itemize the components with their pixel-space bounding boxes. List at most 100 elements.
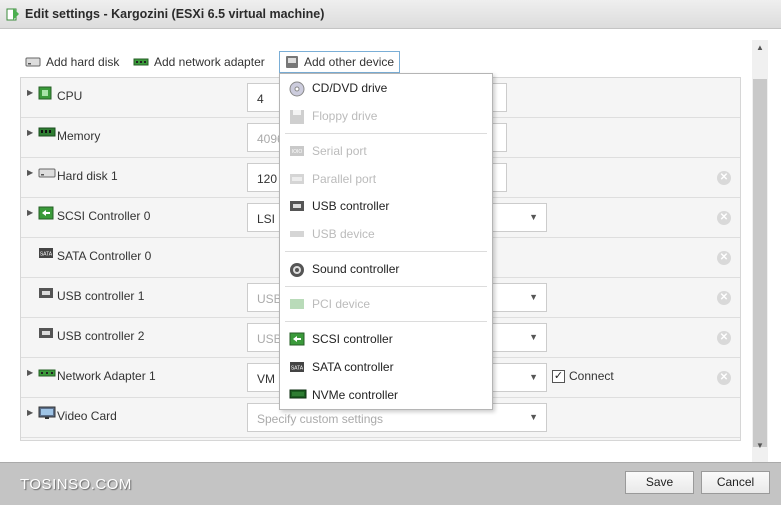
expand-arrow-icon[interactable]: ▶	[27, 168, 33, 177]
menu-item-label: Serial port	[312, 144, 367, 158]
menu-item-label: CD/DVD drive	[312, 81, 388, 95]
usb-icon	[289, 199, 305, 216]
expand-arrow-icon[interactable]: ▶	[27, 408, 33, 417]
menu-item-label: SATA controller	[312, 360, 394, 374]
menu-item: USB device	[280, 223, 492, 245]
hard-disk-icon	[25, 57, 41, 67]
hardware-label: CPU	[57, 89, 83, 103]
save-button[interactable]: Save	[625, 471, 694, 494]
sata-controller-icon: SATA	[289, 360, 305, 377]
cpu-icon	[38, 86, 52, 103]
dialog-footer: TOSINSO.COM Save Cancel	[0, 462, 781, 505]
hardware-value: USB	[257, 292, 282, 306]
menu-item-label: Parallel port	[312, 172, 377, 186]
add-hard-disk-label: Add hard disk	[46, 55, 120, 69]
menu-item-label: PCI device	[312, 297, 371, 311]
menu-item-label: USB controller	[312, 199, 390, 213]
hardware-label: SATA Controller 0	[57, 249, 152, 263]
hardware-value: USB	[257, 332, 282, 346]
expand-arrow-icon[interactable]: ▶	[27, 88, 33, 97]
cd-dvd-icon	[289, 81, 305, 100]
hardware-label: SCSI Controller 0	[57, 209, 151, 223]
video-card-icon	[38, 406, 56, 423]
memory-icon	[38, 126, 56, 141]
cancel-button[interactable]: Cancel	[701, 471, 770, 494]
hardware-label: Network Adapter 1	[57, 369, 156, 383]
menu-separator	[285, 251, 487, 252]
menu-item-label: Floppy drive	[312, 109, 378, 123]
scsi-controller-icon	[289, 332, 305, 349]
window-title: Edit settings - Kargozini (ESXi 6.5 virt…	[25, 7, 325, 21]
sata-controller-icon: SATA	[38, 246, 54, 263]
hardware-value: LSI	[257, 212, 276, 226]
device-icon	[286, 56, 298, 68]
menu-item: Parallel port	[280, 168, 492, 190]
svg-text:SATA: SATA	[291, 366, 304, 372]
menu-item[interactable]: CD/DVD drive	[280, 77, 492, 99]
connect-label: Connect	[569, 369, 614, 383]
hardware-value: 4	[257, 92, 264, 106]
vertical-scrollbar[interactable]: ▲ ▼	[752, 40, 768, 462]
scroll-thumb[interactable]	[753, 79, 767, 447]
menu-item-label: SCSI controller	[312, 332, 393, 346]
menu-item: PCI device	[280, 293, 492, 315]
menu-item-label: NVMe controller	[312, 388, 399, 402]
add-network-adapter-button[interactable]: Add network adapter	[133, 51, 265, 73]
chevron-down-icon: ▼	[529, 332, 538, 342]
remove-icon[interactable]: ✕	[717, 291, 731, 305]
chevron-down-icon: ▼	[529, 292, 538, 302]
network-adapter-icon	[38, 366, 56, 383]
menu-item-label: Sound controller	[312, 262, 400, 276]
watermark: TOSINSO.COM	[20, 476, 132, 493]
scsi-controller-icon	[38, 206, 54, 223]
chevron-down-icon: ▼	[529, 212, 538, 222]
scroll-up-icon[interactable]: ▲	[752, 40, 768, 56]
expand-arrow-icon[interactable]: ▶	[27, 128, 33, 137]
menu-item: IOIO Serial port	[280, 140, 492, 162]
serial-port-icon: IOIO	[289, 144, 305, 161]
menu-item[interactable]: NVMe controller	[280, 384, 492, 406]
menu-item[interactable]: SATA SATA controller	[280, 356, 492, 378]
add-other-device-button[interactable]: Add other device	[279, 51, 401, 73]
add-other-device-label: Add other device	[304, 55, 395, 69]
connect-checkbox[interactable]: ✓ Connect	[552, 369, 614, 383]
menu-separator	[285, 286, 487, 287]
add-other-device-menu: CD/DVD drive Floppy drive IOIO Serial port P…	[279, 73, 493, 410]
edit-settings-icon	[6, 8, 19, 21]
menu-separator	[285, 133, 487, 134]
menu-item: Floppy drive	[280, 105, 492, 127]
nvme-icon	[289, 388, 307, 403]
remove-icon[interactable]: ✕	[717, 331, 731, 345]
menu-item[interactable]: SCSI controller	[280, 328, 492, 350]
hardware-value: Specify custom settings	[257, 412, 384, 426]
menu-item[interactable]: Sound controller	[280, 258, 492, 280]
checkbox-icon[interactable]: ✓	[552, 369, 565, 383]
usb-icon	[38, 326, 54, 343]
add-network-adapter-label: Add network adapter	[154, 55, 265, 69]
menu-item[interactable]: USB controller	[280, 195, 492, 217]
pci-icon	[289, 297, 305, 314]
chevron-down-icon: ▼	[529, 412, 538, 422]
expand-arrow-icon[interactable]: ▶	[27, 208, 33, 217]
add-hard-disk-button[interactable]: Add hard disk	[25, 51, 119, 73]
remove-icon[interactable]: ✕	[717, 371, 731, 385]
usb-icon	[38, 286, 54, 303]
remove-icon[interactable]: ✕	[717, 171, 731, 185]
menu-item-label: USB device	[312, 227, 375, 241]
svg-text:SATA: SATA	[40, 252, 53, 258]
floppy-icon	[289, 109, 305, 128]
hardware-label: USB controller 2	[57, 329, 145, 343]
remove-icon[interactable]: ✕	[717, 211, 731, 225]
hardware-value: 120	[257, 172, 278, 186]
scroll-down-icon[interactable]: ▼	[752, 438, 768, 454]
expand-arrow-icon[interactable]: ▶	[27, 368, 33, 377]
svg-text:IOIO: IOIO	[292, 149, 303, 155]
hard-disk-icon	[38, 166, 56, 183]
chevron-down-icon: ▼	[529, 372, 538, 382]
hardware-label: USB controller 1	[57, 289, 145, 303]
network-adapter-icon	[133, 58, 149, 66]
menu-separator	[285, 321, 487, 322]
sound-icon	[289, 262, 305, 281]
usb-device-icon	[289, 227, 305, 244]
remove-icon[interactable]: ✕	[717, 251, 731, 265]
